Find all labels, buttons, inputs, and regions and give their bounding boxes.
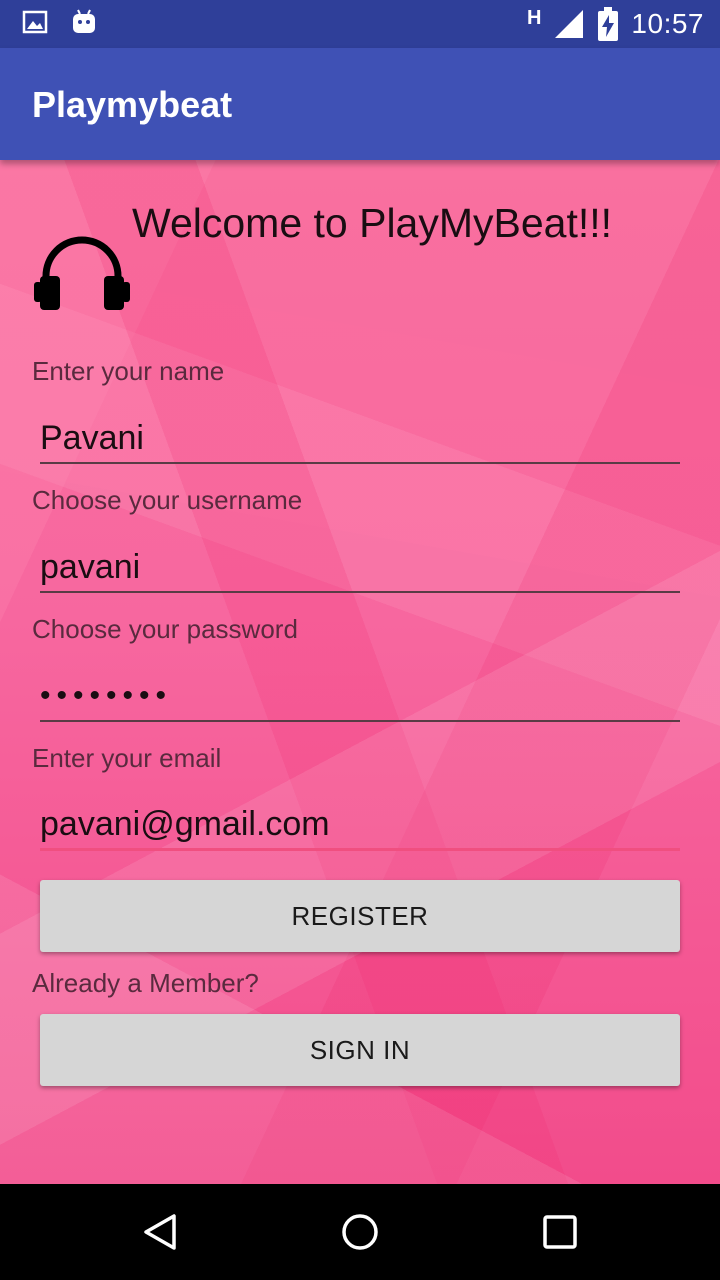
navigation-bar bbox=[0, 1184, 720, 1280]
screen: H 10:57 Playmybeat Welcome to PlayMyBeat… bbox=[0, 0, 720, 1280]
email-label: Enter your email bbox=[32, 743, 222, 773]
register-button[interactable]: REGISTER bbox=[40, 880, 680, 952]
username-input[interactable] bbox=[40, 543, 680, 593]
image-notification-icon bbox=[22, 10, 48, 34]
name-input[interactable] bbox=[40, 414, 680, 464]
app-title: Playmybeat bbox=[32, 84, 233, 125]
username-label: Choose your username bbox=[32, 485, 303, 515]
home-icon[interactable] bbox=[336, 1208, 384, 1256]
already-member-text: Already a Member? bbox=[32, 968, 259, 998]
back-icon[interactable] bbox=[136, 1208, 184, 1256]
email-input[interactable] bbox=[40, 800, 680, 851]
password-label: Choose your password bbox=[32, 614, 298, 644]
name-label: Enter your name bbox=[32, 356, 225, 386]
notification-icons bbox=[22, 8, 98, 36]
signal-icon bbox=[555, 10, 584, 38]
sign-in-button[interactable]: SIGN IN bbox=[40, 1014, 680, 1086]
password-input[interactable] bbox=[40, 672, 680, 722]
android-notification-icon bbox=[73, 9, 95, 33]
clock: 10:57 bbox=[631, 8, 704, 39]
registration-form: Welcome to PlayMyBeat!!! Enter your name… bbox=[0, 160, 720, 1184]
system-icons: H 10:57 bbox=[527, 6, 704, 42]
battery-charging-icon bbox=[598, 7, 619, 41]
headphones-icon bbox=[34, 236, 130, 310]
network-type: H bbox=[526, 6, 542, 29]
recents-icon[interactable] bbox=[536, 1208, 584, 1256]
welcome-heading: Welcome to PlayMyBeat!!! bbox=[132, 200, 613, 246]
app-bar: Playmybeat bbox=[0, 48, 720, 160]
status-bar: H 10:57 bbox=[0, 0, 720, 48]
